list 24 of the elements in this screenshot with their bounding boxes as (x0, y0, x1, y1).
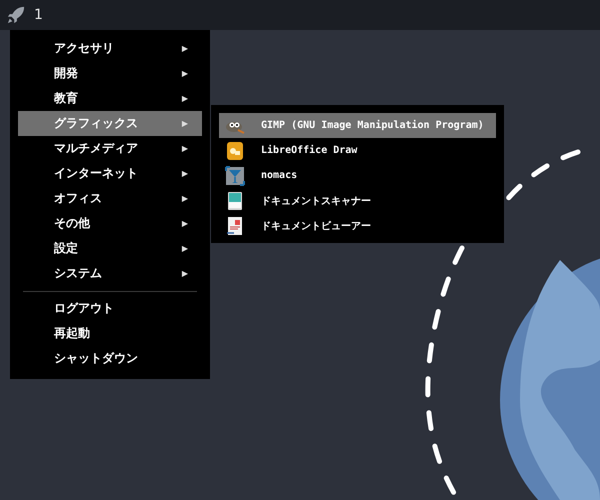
draw-app-icon (225, 140, 245, 160)
menu-item[interactable]: LibreOffice Draw (219, 138, 496, 163)
menu-item[interactable]: 再起動 (18, 321, 202, 346)
menu-item[interactable]: 教育 ▶ (18, 86, 202, 111)
menu-item[interactable]: nomacs (219, 163, 496, 188)
document-icon (225, 216, 245, 236)
menu-item[interactable]: シャットダウン (18, 346, 202, 371)
menu-item[interactable]: GIMP (GNU Image Manipulation Program) (219, 113, 496, 138)
cocktail-glass-icon (225, 166, 245, 186)
menu-item[interactable]: グラフィックス ▶ (18, 111, 202, 136)
menu-item[interactable]: ドキュメントスキャナー (219, 188, 496, 213)
menu-item[interactable]: その他 ▶ (18, 211, 202, 236)
menu-item[interactable]: ドキュメントビューアー (219, 213, 496, 238)
rocket-icon[interactable] (7, 6, 25, 24)
menu-item[interactable]: システム ▶ (18, 261, 202, 286)
menu-item[interactable]: マルチメディア ▶ (18, 136, 202, 161)
menu-item[interactable]: アクセサリ ▶ (18, 36, 202, 61)
scanner-icon (225, 190, 245, 210)
menu-item[interactable]: オフィス ▶ (18, 186, 202, 211)
menu-item[interactable]: ログアウト (18, 296, 202, 321)
workspace-number[interactable]: 1 (34, 7, 43, 23)
menu-item[interactable]: インターネット ▶ (18, 161, 202, 186)
menu-item[interactable]: 設定 ▶ (18, 236, 202, 261)
menu-item[interactable]: 開発 ▶ (18, 61, 202, 86)
